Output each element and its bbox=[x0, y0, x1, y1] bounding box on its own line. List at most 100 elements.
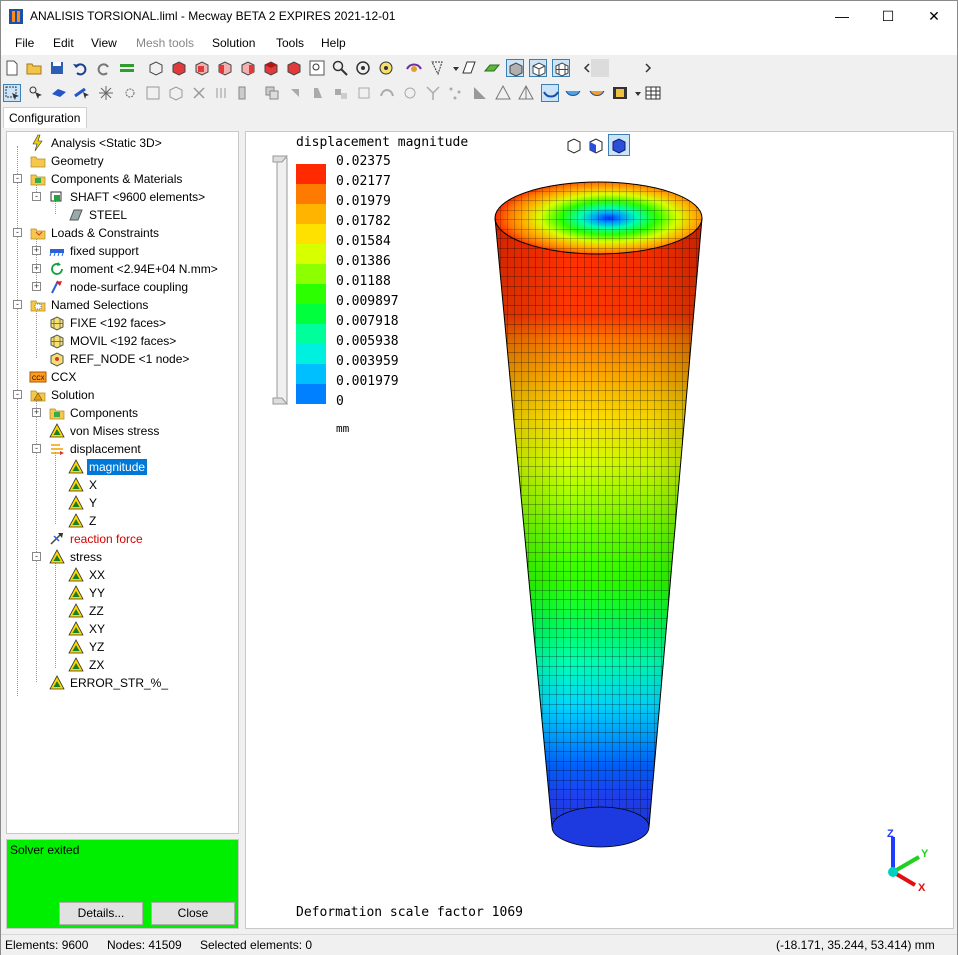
toolbar-scroll-thumb[interactable] bbox=[591, 59, 609, 77]
rotate-icon[interactable] bbox=[354, 59, 372, 77]
lightning-icon bbox=[32, 134, 43, 152]
close-button[interactable]: Close bbox=[151, 902, 235, 925]
collapse-toggle[interactable]: - bbox=[32, 552, 41, 561]
menu-bar: File Edit View Mesh tools Solution Tools… bbox=[1, 32, 957, 55]
solve-icon[interactable] bbox=[118, 59, 136, 77]
explode-icon[interactable] bbox=[97, 84, 115, 102]
bend-icon[interactable] bbox=[378, 84, 396, 102]
revolve-icon[interactable] bbox=[309, 84, 327, 102]
new-file-icon[interactable] bbox=[3, 59, 21, 77]
node-icon-tool[interactable] bbox=[121, 84, 139, 102]
scatter-nodes-icon[interactable] bbox=[447, 84, 465, 102]
select-nodes-icon[interactable] bbox=[27, 84, 45, 102]
expand-toggle[interactable]: + bbox=[32, 282, 41, 291]
solid-view-icon[interactable] bbox=[506, 59, 524, 77]
menu-file[interactable]: File bbox=[15, 36, 34, 50]
menu-edit[interactable]: Edit bbox=[53, 36, 74, 50]
scale-icon[interactable] bbox=[332, 84, 350, 102]
mesh-view-icon[interactable] bbox=[552, 59, 570, 77]
partial-box-icon[interactable] bbox=[586, 135, 606, 155]
view-bottom-icon[interactable] bbox=[285, 59, 303, 77]
color-contour-icon[interactable] bbox=[588, 84, 606, 102]
tab-configuration[interactable]: Configuration bbox=[3, 107, 87, 128]
maximize-button[interactable]: ☐ bbox=[865, 1, 911, 32]
refine-icon[interactable] bbox=[401, 84, 419, 102]
table-icon[interactable] bbox=[644, 84, 662, 102]
expand-toggle[interactable]: + bbox=[32, 246, 41, 255]
undo-icon[interactable] bbox=[71, 59, 89, 77]
view-front-icon[interactable] bbox=[170, 59, 188, 77]
faces-icon bbox=[50, 316, 64, 331]
contour-lines-icon[interactable] bbox=[564, 84, 582, 102]
tet-mesh-icon[interactable] bbox=[494, 84, 512, 102]
rectangle-tool-icon[interactable] bbox=[144, 84, 162, 102]
expand-toggle[interactable]: + bbox=[32, 264, 41, 273]
save-icon[interactable] bbox=[48, 59, 66, 77]
select-shape-icon[interactable] bbox=[429, 59, 447, 77]
mirror-icon[interactable] bbox=[236, 84, 254, 102]
toolbar-scroll-left-icon[interactable] bbox=[578, 59, 590, 77]
wire-box-icon[interactable] bbox=[564, 135, 584, 155]
contour-view-icon[interactable] bbox=[541, 84, 559, 102]
tab-strip: Configuration bbox=[1, 106, 957, 128]
loads-folder-icon bbox=[30, 228, 46, 240]
view-left-icon[interactable] bbox=[216, 59, 234, 77]
menu-tools[interactable]: Tools bbox=[276, 36, 304, 50]
open-folder-icon[interactable] bbox=[25, 59, 43, 77]
cube-outline-icon[interactable] bbox=[167, 84, 185, 102]
solid-box-icon[interactable] bbox=[608, 134, 630, 156]
redo-icon[interactable] bbox=[95, 59, 113, 77]
solution-folder-icon bbox=[30, 390, 46, 402]
menu-help[interactable]: Help bbox=[321, 36, 346, 50]
collapse-toggle[interactable]: - bbox=[13, 174, 22, 183]
minimize-button[interactable]: — bbox=[819, 1, 865, 32]
animation-film-icon[interactable] bbox=[611, 84, 629, 102]
project-icon[interactable] bbox=[471, 84, 489, 102]
legend-swatch bbox=[296, 264, 326, 284]
toolbar-scroll-right-icon[interactable] bbox=[639, 59, 652, 77]
select-shape-dropdown-icon[interactable] bbox=[447, 59, 459, 77]
collapse-toggle[interactable]: - bbox=[13, 390, 22, 399]
tree-item-label: FIXE <192 faces> bbox=[70, 316, 167, 330]
menu-mesh-tools[interactable]: Mesh tools bbox=[136, 36, 194, 50]
view-top-icon[interactable] bbox=[262, 59, 280, 77]
tree-item-label: ZZ bbox=[89, 604, 104, 618]
edges-view-icon[interactable] bbox=[529, 59, 547, 77]
result-triangle-icon bbox=[68, 495, 84, 510]
delete-icon[interactable] bbox=[190, 84, 208, 102]
animation-dropdown-icon[interactable] bbox=[629, 84, 641, 102]
collapse-toggle[interactable]: - bbox=[13, 300, 22, 309]
copy-icon[interactable] bbox=[263, 84, 281, 102]
extrude-icon[interactable] bbox=[213, 84, 231, 102]
select-edges-icon[interactable] bbox=[73, 84, 91, 102]
legend-value: 0.001979 bbox=[336, 374, 399, 389]
move-icon[interactable] bbox=[286, 84, 304, 102]
surface-view-icon[interactable] bbox=[483, 59, 501, 77]
pan-icon[interactable] bbox=[377, 59, 395, 77]
select-faces-icon[interactable] bbox=[50, 84, 68, 102]
show-deformed-icon[interactable] bbox=[405, 59, 423, 77]
view-back-icon[interactable] bbox=[193, 59, 211, 77]
menu-view[interactable]: View bbox=[91, 36, 117, 50]
collapse-toggle[interactable]: - bbox=[13, 228, 22, 237]
cut-plane-icon[interactable] bbox=[460, 59, 478, 77]
zoom-icon[interactable] bbox=[331, 59, 349, 77]
expand-toggle[interactable]: + bbox=[32, 408, 41, 417]
select-elements-icon[interactable] bbox=[3, 84, 21, 102]
zoom-window-icon[interactable] bbox=[308, 59, 326, 77]
tri-mesh-icon[interactable] bbox=[517, 84, 535, 102]
collapse-toggle[interactable]: - bbox=[32, 444, 41, 453]
shaft-model[interactable] bbox=[486, 172, 716, 872]
tree-item-label: REF_NODE <1 node> bbox=[70, 352, 190, 366]
view-right-icon[interactable] bbox=[239, 59, 257, 77]
3d-viewport[interactable]: displacement magnitude 0.02375 0.02177 0.0… bbox=[245, 131, 954, 929]
close-window-button[interactable]: ✕ bbox=[911, 1, 957, 32]
details-button[interactable]: Details... bbox=[59, 902, 143, 925]
collapse-toggle[interactable]: - bbox=[32, 192, 41, 201]
legend-colorbar bbox=[272, 155, 326, 405]
split-icon[interactable] bbox=[424, 84, 442, 102]
merge-icon[interactable] bbox=[355, 84, 373, 102]
legend-value: 0.003959 bbox=[336, 354, 399, 369]
wireframe-cube-icon[interactable] bbox=[147, 59, 165, 77]
menu-solution[interactable]: Solution bbox=[212, 36, 255, 50]
